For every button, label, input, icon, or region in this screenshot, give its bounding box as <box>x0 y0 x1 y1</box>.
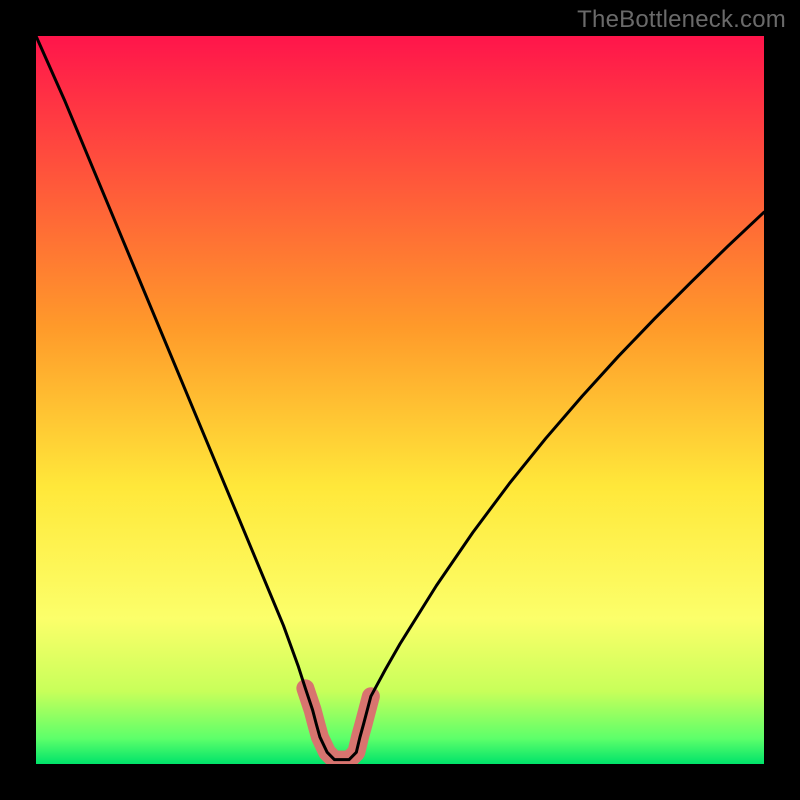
plot-area <box>36 36 764 764</box>
chart-frame: TheBottleneck.com <box>0 0 800 800</box>
gradient-background <box>36 36 764 764</box>
bottleneck-chart <box>36 36 764 764</box>
watermark-text: TheBottleneck.com <box>577 6 786 34</box>
